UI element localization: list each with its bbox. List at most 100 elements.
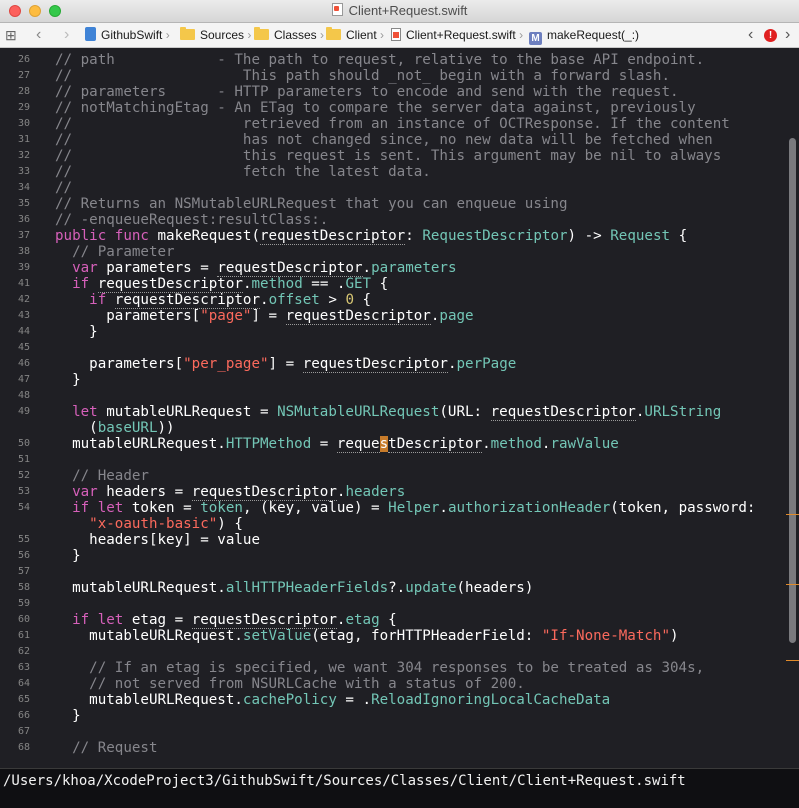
forward-button[interactable]: › xyxy=(64,23,69,47)
crumb-classes[interactable]: Classes › xyxy=(254,23,324,47)
crumb-project-label: GithubSwift xyxy=(101,28,163,42)
line-number: 31 xyxy=(17,134,30,145)
code-token: . xyxy=(362,260,372,276)
code-line[interactable]: } xyxy=(55,324,98,340)
code-line[interactable]: // Parameter xyxy=(55,244,175,260)
code-line[interactable]: // Returns an NSMutableURLRequest that y… xyxy=(55,196,568,212)
line-number: 35 xyxy=(17,198,30,209)
code-line[interactable]: mutableURLRequest.setValue(etag, forHTTP… xyxy=(55,628,679,644)
code-token: == . xyxy=(302,276,346,292)
code-line[interactable]: if requestDescriptor.offset > 0 { xyxy=(55,292,371,309)
code-token: makeRequest( xyxy=(148,228,261,244)
line-number: 44 xyxy=(17,326,30,337)
back-button[interactable]: ‹ xyxy=(36,23,41,47)
code-line[interactable]: // this request is sent. This argument m… xyxy=(55,148,721,164)
code-line[interactable]: var headers = requestDescriptor.headers xyxy=(55,484,406,501)
code-line[interactable]: "x-oauth-basic") { xyxy=(55,516,243,532)
code-line[interactable]: var parameters = requestDescriptor.param… xyxy=(55,260,457,277)
code-line[interactable]: // parameters - HTTP parameters to encod… xyxy=(55,84,679,100)
code-token: mutableURLRequest = xyxy=(97,404,278,420)
crumb-project[interactable]: GithubSwift › xyxy=(85,23,170,47)
line-number: 28 xyxy=(17,86,30,97)
code-line[interactable]: parameters["per_page"] = requestDescript… xyxy=(55,356,516,373)
code-line[interactable]: // Request xyxy=(55,740,157,756)
code-line[interactable]: if requestDescriptor.method == .GET { xyxy=(55,276,388,293)
code-token: parameters = xyxy=(97,260,218,276)
code-line[interactable]: headers[key] = value xyxy=(55,532,260,548)
crumb-method[interactable]: MmakeRequest(_:) xyxy=(529,23,639,47)
line-number: 63 xyxy=(17,662,30,673)
code-token: RequestDescriptor xyxy=(422,228,568,244)
code-line[interactable]: } xyxy=(55,708,81,724)
line-number: 33 xyxy=(17,166,30,177)
code-token: // fetch the latest data. xyxy=(55,164,431,180)
code-token: rawValue xyxy=(550,436,619,452)
error-icon[interactable]: ! xyxy=(764,29,777,42)
code-line[interactable]: // If an etag is specified, we want 304 … xyxy=(55,660,704,676)
code-token: headers xyxy=(345,484,406,500)
code-line[interactable]: parameters["page"] = requestDescriptor.p… xyxy=(55,308,474,325)
crumb-sources[interactable]: Sources › xyxy=(180,23,251,47)
code-line[interactable]: // -enqueueRequest:resultClass:. xyxy=(55,212,328,228)
line-number: 50 xyxy=(17,438,30,449)
code-token: GET xyxy=(345,276,372,292)
code-line[interactable]: // retrieved from an instance of OCTResp… xyxy=(55,116,730,132)
code-token: ) xyxy=(670,628,679,644)
code-line[interactable]: // not served from NSURLCache with a sta… xyxy=(55,676,525,692)
line-number: 41 xyxy=(17,278,30,289)
line-number: 47 xyxy=(17,374,30,385)
line-number: 32 xyxy=(17,150,30,161)
code-token: ?. xyxy=(388,580,406,596)
code-token: Request xyxy=(610,228,671,244)
vertical-scrollbar[interactable] xyxy=(789,138,796,643)
code-line[interactable]: if let token = token, (key, value) = Hel… xyxy=(55,500,755,516)
code-line[interactable]: // path - The path to request, relative … xyxy=(55,52,704,68)
code-line[interactable]: // xyxy=(55,180,72,196)
crumb-client[interactable]: Client › xyxy=(326,23,384,47)
code-token: update xyxy=(405,580,457,596)
code-line[interactable]: let mutableURLRequest = NSMutableURLRequ… xyxy=(55,404,721,421)
code-line[interactable]: // This path should _not_ begin with a f… xyxy=(55,68,670,84)
code-token: baseURL xyxy=(97,420,158,436)
code-line[interactable]: if let etag = requestDescriptor.etag { xyxy=(55,612,397,629)
code-line[interactable]: mutableURLRequest.HTTPMethod = requestDe… xyxy=(55,436,619,453)
code-line[interactable]: // has not changed since, no new data wi… xyxy=(55,132,713,148)
code-line[interactable]: } xyxy=(55,548,81,564)
line-number: 39 xyxy=(17,262,30,273)
change-marker xyxy=(786,584,799,585)
code-token: page xyxy=(439,308,474,324)
code-token: token = xyxy=(123,500,201,516)
code-token: // parameters - HTTP parameters to encod… xyxy=(55,84,679,100)
code-token: = xyxy=(311,436,337,452)
previous-issue-button[interactable]: ‹ xyxy=(748,23,753,47)
code-line[interactable]: } xyxy=(55,372,81,388)
code-token: public func xyxy=(55,228,149,244)
crumb-sources-label: Sources xyxy=(200,28,245,42)
code-line[interactable]: // notMatchingEtag - An ETag to compare … xyxy=(55,100,696,116)
code-line[interactable]: // Header xyxy=(55,468,149,484)
crumb-client-label: Client xyxy=(346,28,377,42)
code-line[interactable]: // fetch the latest data. xyxy=(55,164,431,180)
line-number: 36 xyxy=(17,214,30,225)
code-token: parameters[ xyxy=(55,308,201,324)
code-token: } xyxy=(55,548,81,564)
code-line[interactable]: mutableURLRequest.allHTTPHeaderFields?.u… xyxy=(55,580,533,596)
code-line[interactable]: public func makeRequest(requestDescripto… xyxy=(55,228,687,245)
code-token: ] = xyxy=(268,356,303,372)
line-number: 27 xyxy=(17,70,30,81)
code-line[interactable]: mutableURLRequest.cachePolicy = .ReloadI… xyxy=(55,692,610,708)
line-number: 34 xyxy=(17,182,30,193)
related-items-icon[interactable]: ⊞ xyxy=(5,23,17,47)
code-token: if let xyxy=(55,500,124,516)
code-line[interactable]: (baseURL)) xyxy=(55,420,174,436)
crumb-file[interactable]: Client+Request.swift › xyxy=(391,23,523,47)
code-token: // This path should _not_ begin with a f… xyxy=(55,68,670,84)
next-issue-button[interactable]: › xyxy=(785,23,790,47)
code-token: . xyxy=(482,436,491,452)
source-editor[interactable]: 26 27 28 29 30 31 32 33 34 35 36 37 38 39 41 42 43 44 45 46… xyxy=(0,48,799,768)
code-token: etag = xyxy=(123,612,192,628)
line-number: 68 xyxy=(17,742,30,753)
code-token: if let xyxy=(55,612,124,628)
